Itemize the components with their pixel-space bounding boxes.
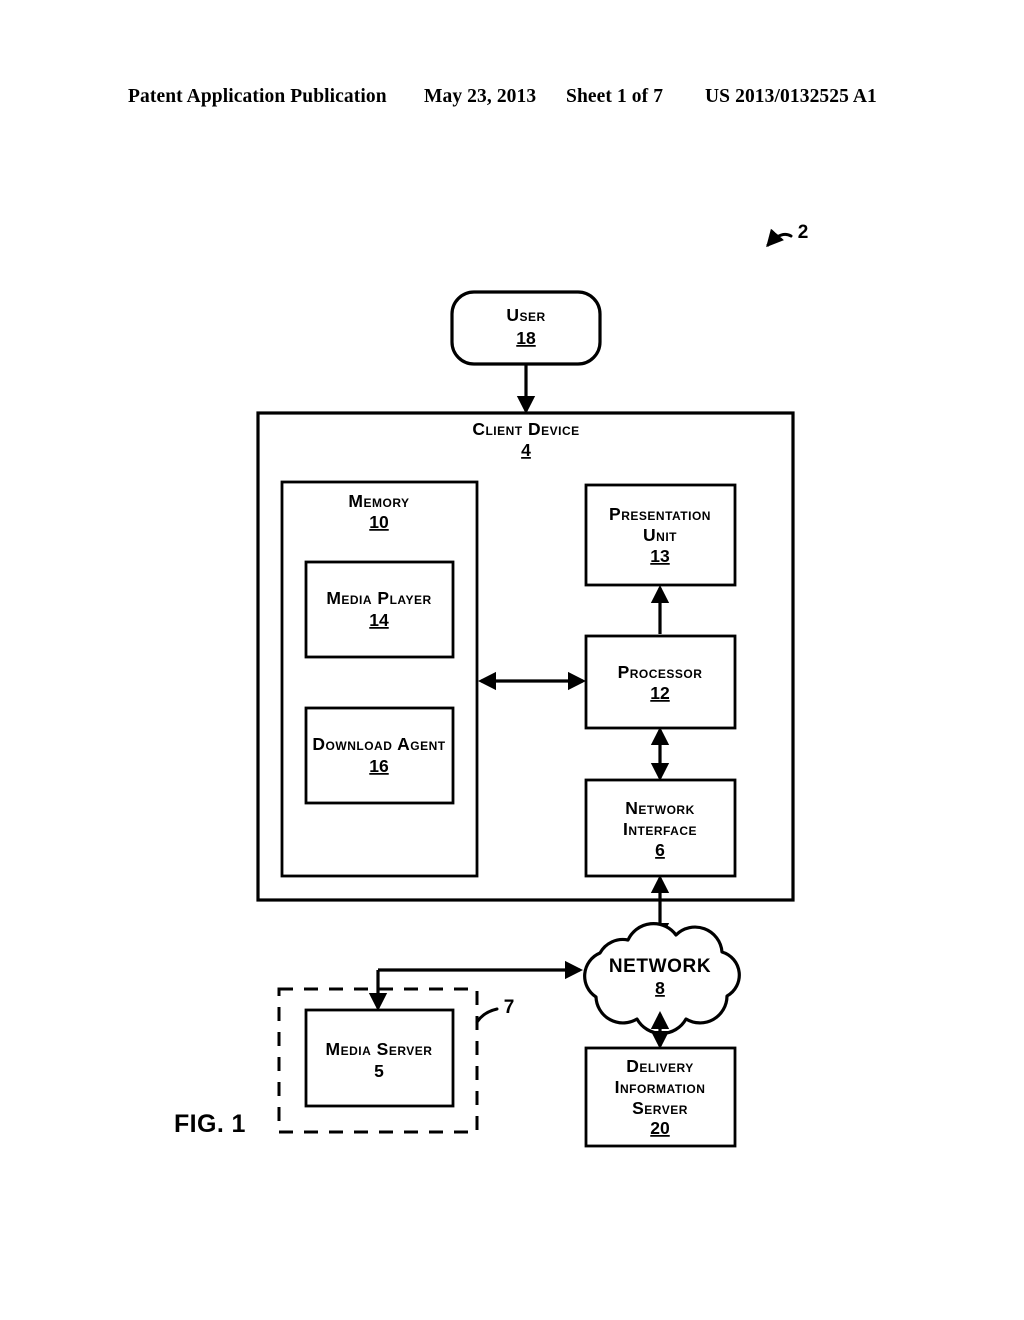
network-interface-label-line2: Interface — [623, 819, 697, 839]
system-callout-2: 2 — [766, 222, 809, 248]
media-server-ref: 5 — [374, 1061, 384, 1081]
delivery-server-label-line1: Delivery — [626, 1056, 694, 1076]
node-download-agent: Download Agent 16 — [304, 706, 455, 805]
node-media-server: Media Server 5 — [304, 1008, 455, 1108]
delivery-server-ref: 20 — [650, 1118, 670, 1138]
client-device-label: Client Device — [472, 419, 579, 439]
media-server-group-callout: 7 — [504, 997, 515, 1018]
node-user: User 18 — [450, 290, 602, 366]
memory-label: Memory — [348, 491, 409, 511]
memory-ref: 10 — [369, 512, 389, 532]
network-interface-label-line1: Network — [625, 798, 694, 818]
processor-ref: 12 — [650, 683, 670, 703]
figure-1-block-diagram: 2 User 18 Client Device 4 Memory 10 Medi… — [256, 222, 809, 1148]
download-agent-ref: 16 — [369, 756, 389, 776]
system-callout-label: 2 — [798, 222, 809, 243]
presentation-unit-ref: 13 — [650, 546, 670, 566]
media-player-ref: 14 — [369, 610, 389, 630]
delivery-server-label-line2: Information — [615, 1077, 706, 1097]
node-memory: Memory 10 — [280, 480, 479, 878]
client-device-ref: 4 — [521, 440, 531, 460]
user-label: User — [506, 305, 545, 325]
node-processor: Processor 12 — [584, 634, 737, 730]
node-network-cloud: NETWORK 8 — [583, 922, 741, 1036]
node-presentation-unit: Presentation Unit 13 — [584, 483, 737, 587]
node-delivery-information-server: Delivery Information Server 20 — [584, 1046, 737, 1148]
user-ref: 18 — [516, 328, 536, 348]
presentation-unit-label-line1: Presentation — [609, 504, 711, 524]
network-label: NETWORK — [609, 956, 711, 977]
processor-label: Processor — [618, 662, 703, 682]
node-media-player: Media Player 14 — [304, 560, 455, 659]
media-server-label: Media Server — [326, 1039, 433, 1059]
network-interface-ref: 6 — [655, 840, 665, 860]
network-ref: 8 — [655, 978, 665, 998]
delivery-server-label-line3: Server — [632, 1098, 688, 1118]
media-player-label: Media Player — [326, 588, 431, 608]
presentation-unit-label-line2: Unit — [643, 525, 677, 545]
download-agent-label: Download Agent — [312, 734, 445, 754]
node-network-interface: Network Interface 6 — [584, 778, 737, 878]
